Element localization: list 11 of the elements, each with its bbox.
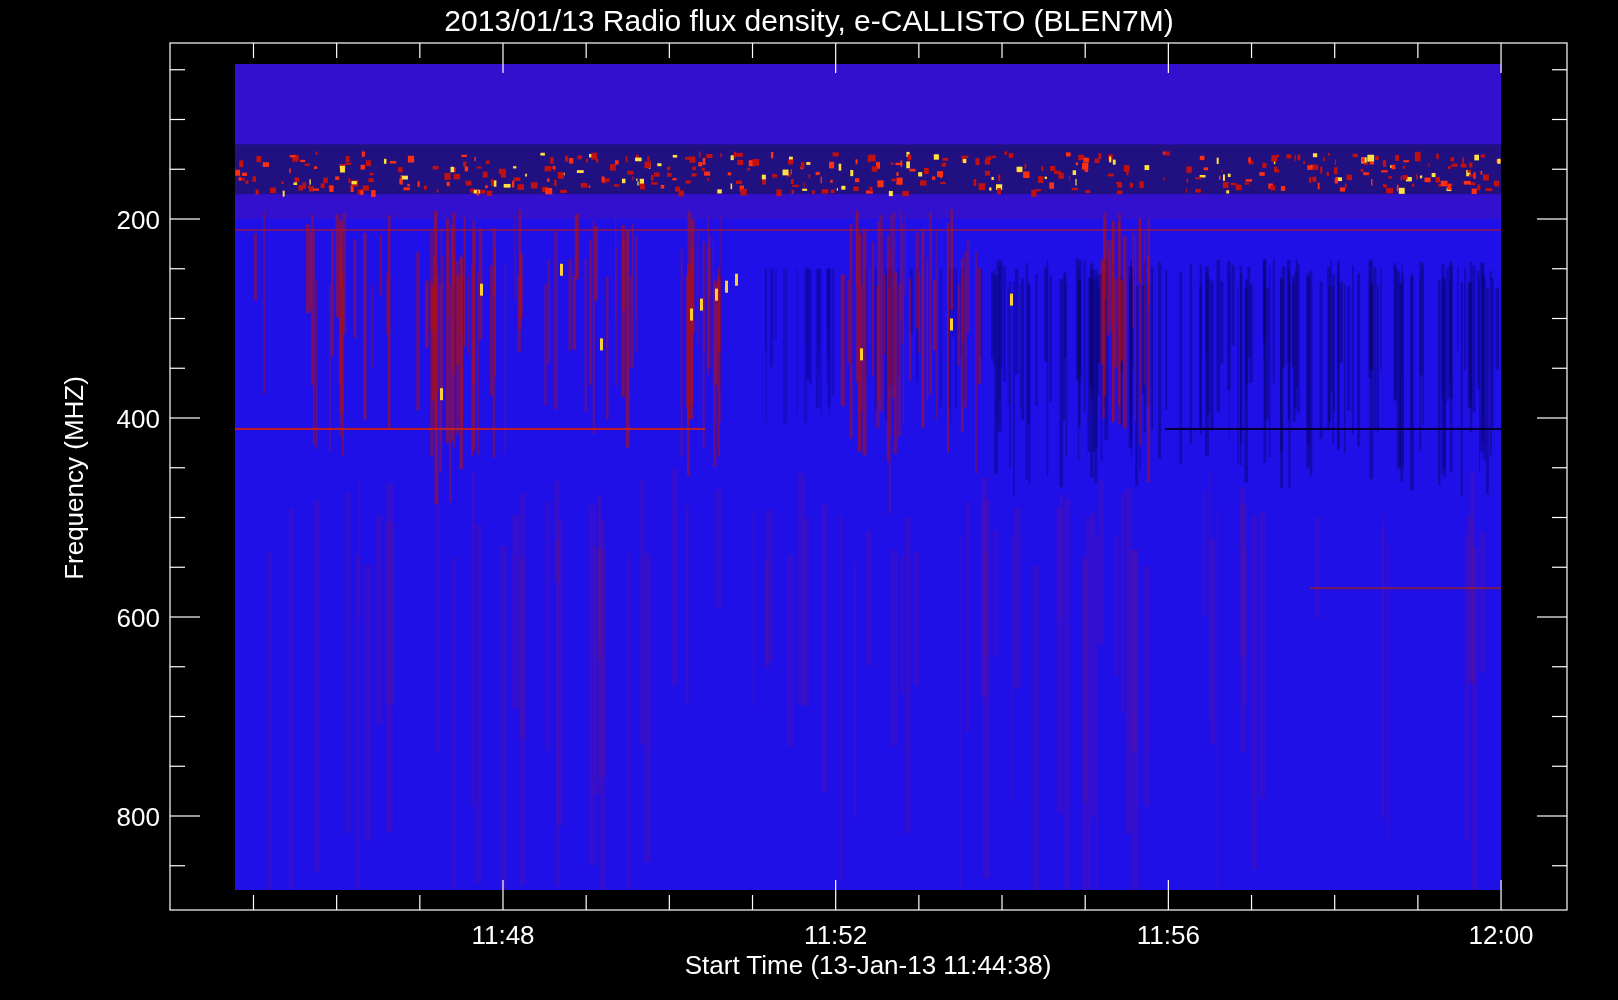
x-tick-label: 12:00	[1468, 920, 1534, 950]
y-tick-label: 800	[116, 802, 160, 832]
y-axis-label: Frequency (MHZ)	[59, 376, 89, 580]
y-tick-label: 200	[116, 205, 160, 235]
x-axis-label: Start Time (13-Jan-13 11:44:38)	[684, 950, 1052, 980]
chart-title: 2013/01/13 Radio flux density, e-CALLISTO (BLEN7M)	[444, 4, 1174, 37]
x-tick-label: 11:52	[804, 920, 868, 950]
y-tick-label: 400	[116, 404, 160, 434]
y-tick-label: 600	[116, 603, 160, 633]
x-tick-label: 11:48	[471, 920, 535, 950]
x-tick-label: 11:56	[1136, 920, 1200, 950]
